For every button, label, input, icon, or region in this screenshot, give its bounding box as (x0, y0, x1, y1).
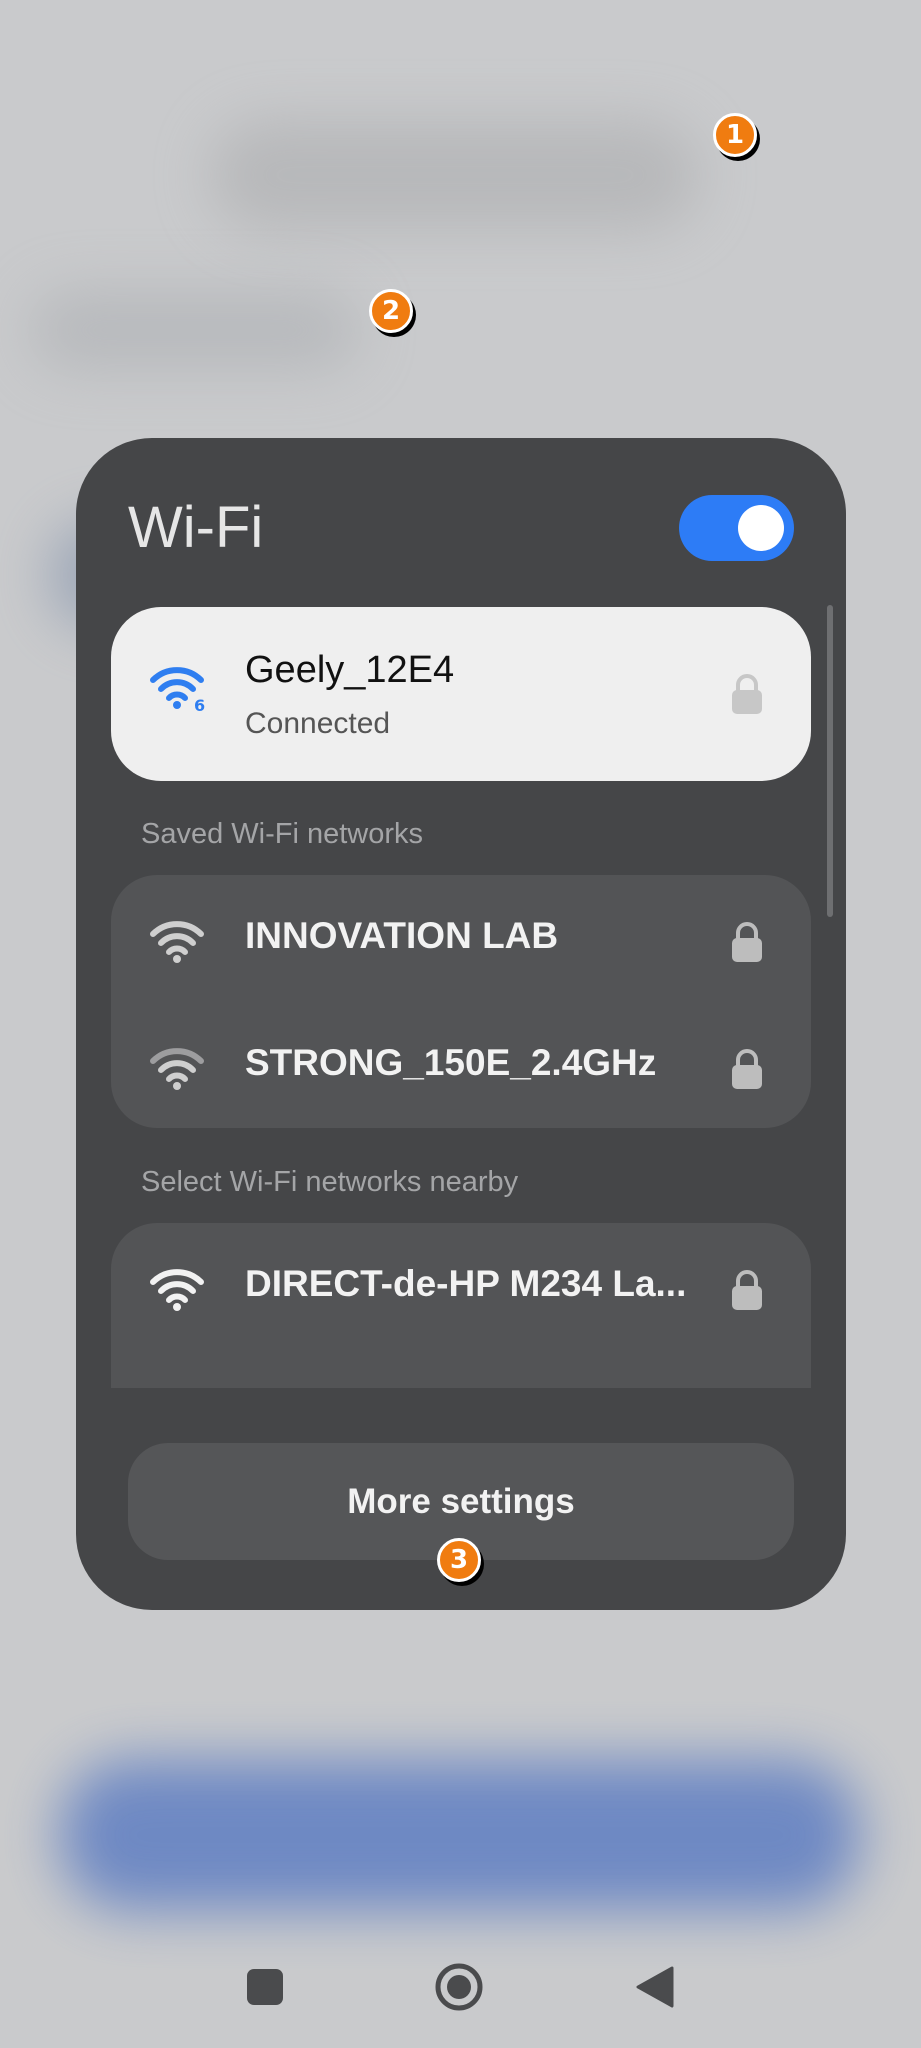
lock-icon (730, 673, 764, 719)
network-name: STRONG_150E_2.4GHz (245, 1042, 657, 1083)
blurred-background-shape (60, 1760, 860, 1910)
scrollbar[interactable] (827, 605, 833, 917)
connected-network[interactable]: 6 Geely_12E4 Connected (111, 607, 811, 781)
wifi-icon (149, 1267, 205, 1311)
network-name: DIRECT-de-HP M234 La... (245, 1263, 687, 1304)
blurred-background-shape (210, 120, 700, 230)
recent-apps-icon[interactable] (246, 1968, 284, 2010)
marker-3: 3 (437, 1538, 481, 1582)
panel-title: Wi-Fi (128, 495, 264, 560)
nearby-networks-label: Select Wi-Fi networks nearby (141, 1166, 519, 1198)
network-name: INNOVATION LAB (245, 915, 559, 956)
lock-icon (730, 1269, 764, 1315)
back-icon[interactable] (634, 1966, 674, 2012)
home-icon[interactable] (434, 1962, 484, 2016)
marker-2: 2 (369, 289, 413, 333)
lock-icon (730, 1048, 764, 1094)
marker-1: 1 (713, 113, 757, 157)
saved-network-item[interactable]: STRONG_150E_2.4GHz (111, 1002, 811, 1128)
wifi-icon (149, 1046, 205, 1090)
nearby-networks-list: DIRECT-de-HP M234 La... (111, 1223, 811, 1388)
wifi-toggle[interactable] (679, 495, 794, 561)
wifi-icon (149, 919, 205, 963)
svg-text:6: 6 (194, 696, 205, 712)
nearby-network-item[interactable]: DIRECT-de-HP M234 La... (111, 1223, 811, 1349)
toggle-knob (738, 505, 784, 551)
blurred-background-shape (30, 290, 360, 370)
lock-icon (730, 921, 764, 967)
saved-networks-label: Saved Wi-Fi networks (141, 818, 424, 850)
wifi-panel: Wi-Fi 6 Geely_12E4 Connected Saved Wi-Fi… (76, 438, 846, 1610)
wifi-6-icon: 6 (149, 664, 209, 712)
saved-network-item[interactable]: INNOVATION LAB (111, 875, 811, 1001)
connected-network-status: Connected (245, 707, 391, 740)
saved-networks-list: INNOVATION LAB STRONG_150E_2.4GHz (111, 875, 811, 1128)
connected-network-name: Geely_12E4 (245, 649, 455, 691)
